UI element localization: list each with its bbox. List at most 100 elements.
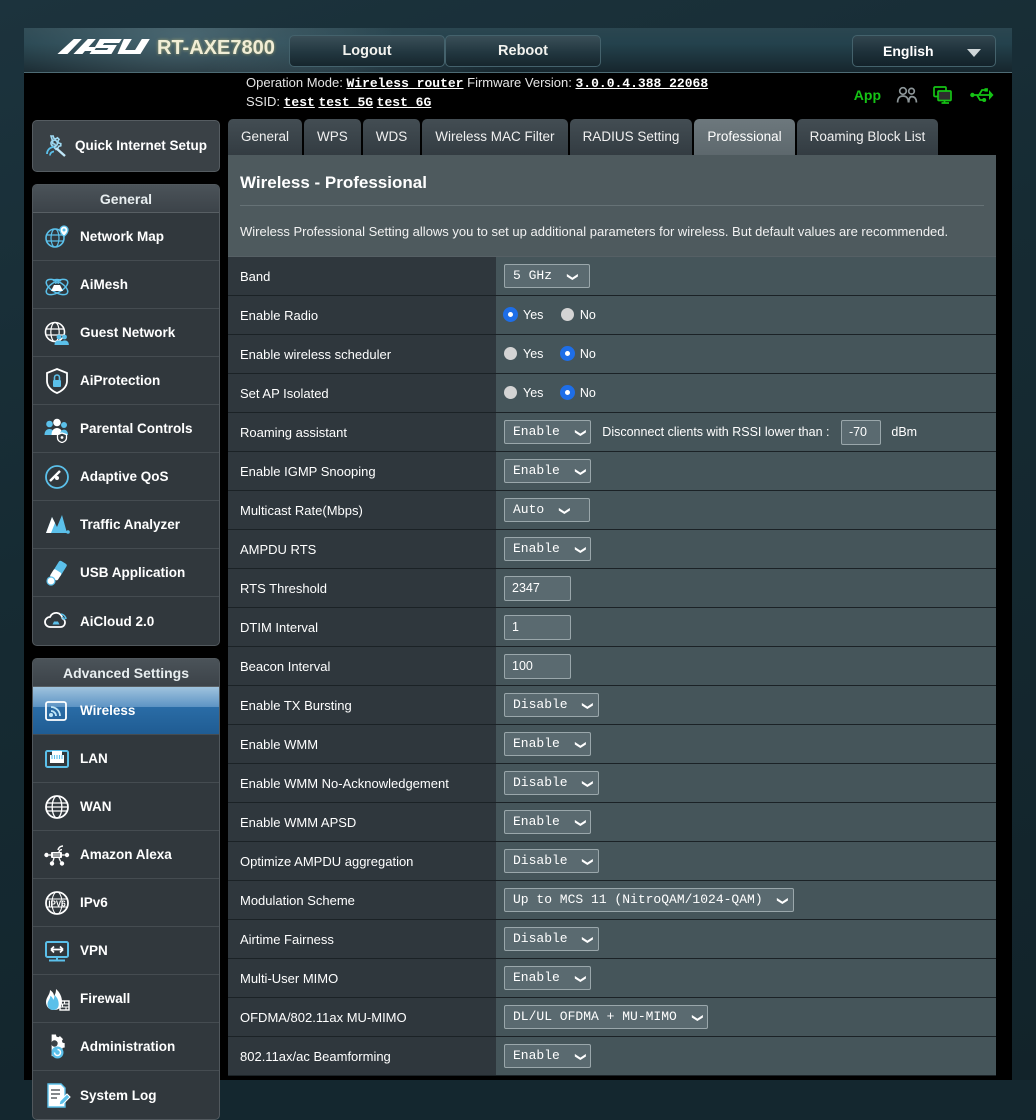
monitor-icon[interactable] <box>933 86 955 104</box>
roaming-assistant-select[interactable]: Enable ❯ <box>504 420 591 444</box>
radio-button[interactable] <box>560 386 574 400</box>
optimize-ampdu-value: Disable <box>513 853 568 868</box>
reboot-button[interactable]: Reboot <box>445 35 601 67</box>
dtim-interval-input[interactable]: 1 <box>504 614 571 640</box>
guest-users-icon[interactable] <box>896 86 918 104</box>
tab-general[interactable]: General <box>228 119 303 155</box>
tx-bursting-select[interactable]: Disable ❯ <box>504 693 599 717</box>
ap-isolated-yes[interactable]: Yes <box>504 386 543 400</box>
optimize-ampdu-select[interactable]: Disable ❯ <box>504 849 599 873</box>
beacon-interval-input[interactable]: 100 <box>504 653 571 679</box>
setting-label: Modulation Scheme <box>228 880 496 920</box>
radio-button[interactable] <box>504 347 517 361</box>
ap-isolated-no[interactable]: No <box>560 386 596 400</box>
sidebar-item-guest-network[interactable]: Guest Network <box>33 309 219 357</box>
enable-radio-yes[interactable]: Yes <box>504 308 543 322</box>
ssid-value-6g[interactable]: test_6G <box>377 95 432 110</box>
language-selector[interactable]: English <box>852 35 996 67</box>
setting-value: Yes No <box>496 373 996 413</box>
sidebar-item-usb-application[interactable]: USB Application <box>33 549 219 597</box>
table-row: OFDMA/802.11ax MU-MIMO DL/UL OFDMA + MU-… <box>228 997 996 1037</box>
sidebar-item-firewall[interactable]: Firewall <box>33 975 219 1023</box>
setting-value: Enable ❯ <box>496 802 996 842</box>
sidebar-item-wireless[interactable]: Wireless <box>33 687 219 735</box>
multicast-rate-value: Auto <box>513 502 545 517</box>
tab-wireless-mac-filter[interactable]: Wireless MAC Filter <box>422 119 568 155</box>
ssid-value-24g[interactable]: test <box>284 95 315 110</box>
sidebar-item-amazon-alexa[interactable]: Amazon Alexa <box>33 831 219 879</box>
setting-value: Enable ❯ <box>496 958 996 998</box>
sidebar-item-aiprotection[interactable]: AiProtection <box>33 357 219 405</box>
ipv6-icon: IPV6 <box>45 890 69 915</box>
radio-button[interactable] <box>560 308 574 322</box>
tab-radius-setting[interactable]: RADIUS Setting <box>569 119 693 155</box>
usb-icon[interactable] <box>970 86 994 104</box>
sidebar-item-traffic-analyzer[interactable]: Traffic Analyzer <box>33 501 219 549</box>
rssi-threshold-input[interactable]: -70 <box>840 419 881 445</box>
beamforming-value: Enable <box>513 1048 560 1063</box>
table-row: Enable TX Bursting Disable ❯ <box>228 685 996 725</box>
wmm-select[interactable]: Enable ❯ <box>504 732 591 756</box>
wireless-scheduler-no[interactable]: No <box>560 347 596 361</box>
firmware-version-value[interactable]: 3.0.0.4.388_22068 <box>576 76 709 91</box>
sidebar-item-label: Quick Internet Setup <box>75 138 208 153</box>
ofdma-mu-mimo-select[interactable]: DL/UL OFDMA + MU-MIMO ❯ <box>504 1005 708 1029</box>
radio-button[interactable] <box>504 308 517 322</box>
sidebar-group-header-advanced: Advanced Settings <box>33 659 219 687</box>
tab-wps[interactable]: WPS <box>304 119 361 155</box>
ampdu-rts-select[interactable]: Enable ❯ <box>504 537 591 561</box>
radio-button[interactable] <box>560 347 574 361</box>
tab-wds[interactable]: WDS <box>362 119 421 155</box>
table-row: Modulation Scheme Up to MCS 11 (NitroQAM… <box>228 880 996 920</box>
sidebar-item-aicloud[interactable]: AiCloud 2.0 <box>33 597 219 645</box>
sidebar-item-wan[interactable]: WAN <box>33 783 219 831</box>
sidebar-item-quick-internet-setup[interactable]: Quick Internet Setup <box>32 120 220 172</box>
beamforming-select[interactable]: Enable ❯ <box>504 1044 591 1068</box>
setting-value: DL/UL OFDMA + MU-MIMO ❯ <box>496 997 996 1037</box>
app-link[interactable]: App <box>854 87 881 103</box>
modulation-scheme-select[interactable]: Up to MCS 11 (NitroQAM/1024-QAM) ❯ <box>504 888 794 912</box>
setting-label: 802.11ax/ac Beamforming <box>228 1036 496 1076</box>
sidebar-item-lan[interactable]: LAN <box>33 735 219 783</box>
sidebar-item-adaptive-qos[interactable]: Adaptive QoS <box>33 453 219 501</box>
band-select[interactable]: 5 GHz ❯ <box>504 264 590 288</box>
setting-label: Enable TX Bursting <box>228 685 496 725</box>
igmp-snooping-select[interactable]: Enable ❯ <box>504 459 591 483</box>
sidebar-item-label: Wireless <box>80 703 136 718</box>
setting-label: RTS Threshold <box>228 568 496 608</box>
sidebar-item-aimesh[interactable]: AiMesh <box>33 261 219 309</box>
sidebar-item-label: Network Map <box>80 229 165 244</box>
sidebar-item-administration[interactable]: Administration <box>33 1023 219 1071</box>
rts-threshold-input[interactable]: 2347 <box>504 575 571 601</box>
firmware-label: Firmware Version: <box>467 75 572 90</box>
radio-button[interactable] <box>504 386 517 400</box>
svg-text:IPV6: IPV6 <box>48 899 66 908</box>
enable-radio-no[interactable]: No <box>560 308 596 322</box>
setting-value: Disable ❯ <box>496 763 996 803</box>
mu-mimo-select[interactable]: Enable ❯ <box>504 966 591 990</box>
tab-bar: General WPS WDS Wireless MAC Filter RADI… <box>228 115 996 155</box>
sidebar-item-vpn[interactable]: VPN <box>33 927 219 975</box>
sidebar-item-parental-controls[interactable]: Parental Controls <box>33 405 219 453</box>
alexa-icon <box>44 844 70 866</box>
ssid-value-5g[interactable]: test_5G <box>318 95 373 110</box>
tab-professional[interactable]: Professional <box>694 119 795 155</box>
logout-button[interactable]: Logout <box>289 35 445 67</box>
sidebar-item-system-log[interactable]: System Log <box>33 1071 219 1119</box>
wmm-no-ack-select[interactable]: Disable ❯ <box>504 771 599 795</box>
operation-mode-value[interactable]: Wireless router <box>346 76 463 91</box>
asus-logo <box>54 36 151 65</box>
wmm-apsd-select[interactable]: Enable ❯ <box>504 810 591 834</box>
tab-roaming-block-list[interactable]: Roaming Block List <box>796 119 939 155</box>
sidebar-item-label: Administration <box>80 1039 176 1054</box>
setting-label: Optimize AMPDU aggregation <box>228 841 496 881</box>
setting-label: Enable WMM APSD <box>228 802 496 842</box>
network-map-icon <box>45 224 69 248</box>
sidebar-item-ipv6[interactable]: IPV6 IPv6 <box>33 879 219 927</box>
wireless-scheduler-yes[interactable]: Yes <box>504 347 543 361</box>
setting-label: Set AP Isolated <box>228 373 496 413</box>
ofdma-mu-mimo-value: DL/UL OFDMA + MU-MIMO <box>513 1009 677 1024</box>
airtime-fairness-select[interactable]: Disable ❯ <box>504 927 599 951</box>
sidebar-item-network-map[interactable]: Network Map <box>33 213 219 261</box>
multicast-rate-select[interactable]: Auto ❯ <box>504 498 590 522</box>
